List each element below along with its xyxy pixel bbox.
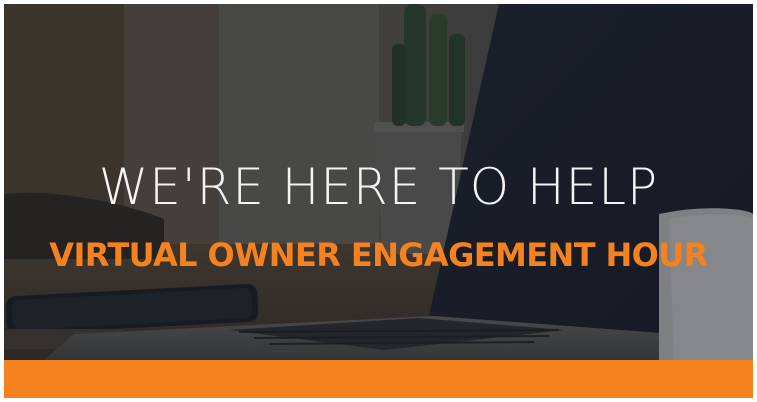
hero-banner: WE'RE HERE TO HELP VIRTUAL OWNER ENGAGEM… <box>4 4 753 398</box>
headline: WE'RE HERE TO HELP <box>98 158 659 216</box>
accent-bar <box>4 360 753 398</box>
subheadline: VIRTUAL OWNER ENGAGEMENT HOUR <box>49 236 708 274</box>
